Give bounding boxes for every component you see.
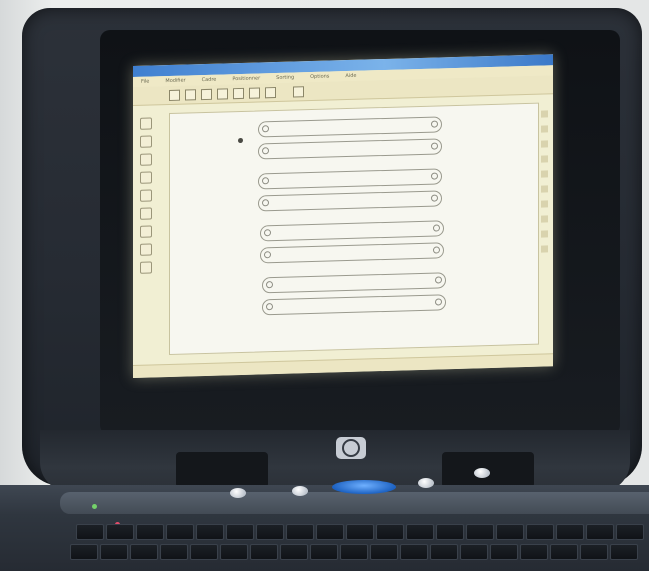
slot-shape[interactable] [260, 242, 444, 264]
slot-shape[interactable] [258, 116, 442, 138]
scrollbar-right[interactable] [540, 102, 550, 332]
power-button[interactable] [332, 480, 396, 494]
pointer-icon[interactable] [293, 86, 304, 98]
menu-cadre[interactable]: Cadre [202, 75, 217, 85]
keyboard[interactable] [66, 518, 649, 571]
pan-tool-icon[interactable] [140, 207, 152, 220]
media-button[interactable] [474, 468, 490, 478]
slot-shape[interactable] [258, 190, 442, 212]
media-button[interactable] [230, 488, 246, 498]
slot-shape[interactable] [260, 220, 444, 242]
media-button[interactable] [292, 486, 308, 496]
drawing-canvas[interactable] [169, 102, 539, 355]
slot-shape[interactable] [258, 168, 442, 190]
zoom-tool-icon[interactable] [140, 135, 152, 148]
laptop-screen: File Modifier Cadre Positionner Sorting … [133, 54, 553, 378]
menu-aide[interactable]: Aide [345, 71, 356, 81]
tool-palette [137, 111, 155, 352]
menu-options[interactable]: Options [310, 72, 329, 83]
media-button-strip [60, 492, 649, 514]
hp-logo-icon [336, 437, 366, 459]
cursor-marker-icon [238, 137, 243, 144]
print-icon[interactable] [217, 88, 228, 100]
paste-icon[interactable] [249, 87, 260, 99]
open-file-icon[interactable] [185, 89, 196, 101]
draw-tool-icon[interactable] [140, 189, 152, 202]
menu-file[interactable]: File [141, 77, 149, 87]
copy-icon[interactable] [233, 87, 244, 100]
laptop-photo: File Modifier Cadre Positionner Sorting … [0, 0, 649, 571]
slot-shape[interactable] [262, 294, 446, 316]
menu-sorting[interactable]: Sorting [276, 72, 294, 83]
delete-tool-icon[interactable] [140, 261, 152, 274]
slot-shape[interactable] [258, 138, 442, 160]
add-tool-icon[interactable] [140, 243, 152, 256]
select-tool-icon[interactable] [140, 117, 152, 130]
rotate-tool-icon[interactable] [140, 225, 152, 238]
menu-modifier[interactable]: Modifier [165, 76, 185, 87]
slot-shape[interactable] [262, 272, 446, 294]
save-file-icon[interactable] [201, 88, 212, 101]
zoom-in-tool-icon[interactable] [140, 153, 152, 166]
new-file-icon[interactable] [169, 89, 180, 101]
media-button[interactable] [418, 478, 434, 488]
zoom-out-tool-icon[interactable] [140, 171, 152, 184]
left-hinge [176, 452, 268, 488]
undo-icon[interactable] [265, 87, 276, 99]
status-led-icon [92, 504, 97, 509]
